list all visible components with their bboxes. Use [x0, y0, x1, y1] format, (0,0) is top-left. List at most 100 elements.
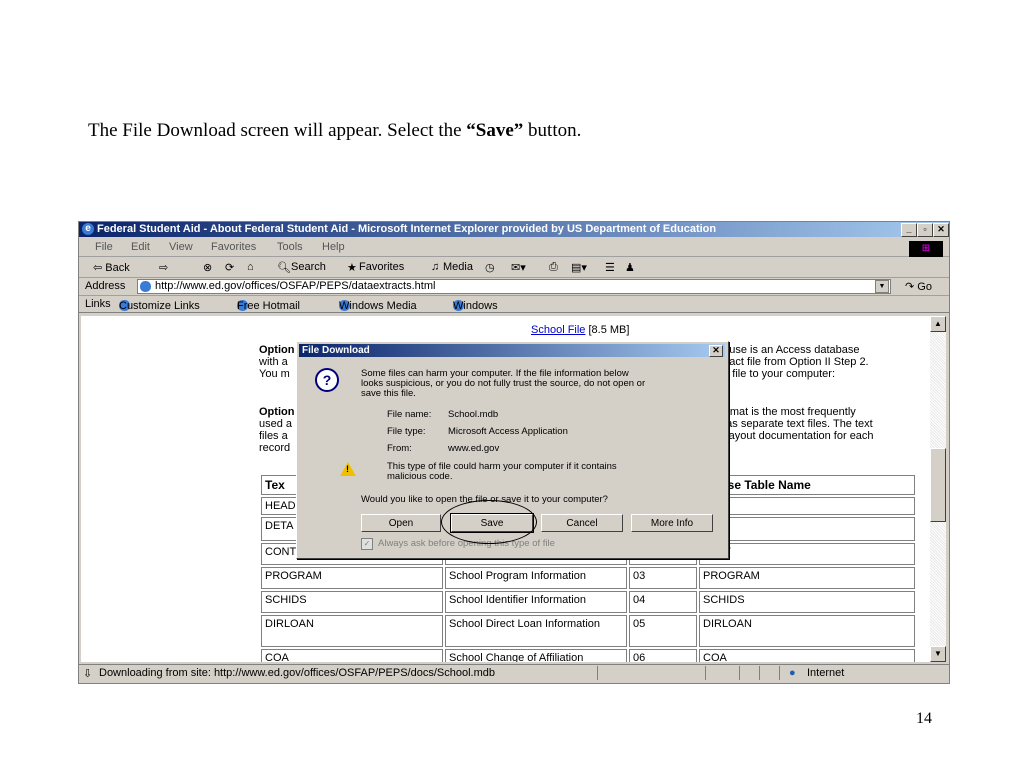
always-ask-checkbox[interactable]: ✓	[361, 538, 373, 550]
menu-help[interactable]: Help	[322, 241, 345, 253]
table-cell: DIRLOAN	[699, 615, 915, 647]
school-file-line: School File [8.5 MB]	[531, 324, 629, 336]
option2-line: record	[259, 442, 291, 454]
table-cell: TACT	[699, 543, 915, 565]
back-button[interactable]: ⇦ Back	[93, 261, 130, 274]
dialog-message: Some files can harm your computer. If th…	[361, 369, 645, 399]
menu-file[interactable]: File	[95, 241, 113, 253]
warning-icon: !	[340, 462, 356, 476]
table-cell: School Change of Affiliation	[445, 649, 627, 662]
dialog-question: Would you like to open the file or save …	[361, 494, 608, 505]
windows-flag-icon: ⊞	[909, 241, 943, 257]
cancel-button[interactable]: Cancel	[541, 514, 623, 532]
file-name-value: School.mdb	[448, 409, 499, 420]
option2-line: format is the most frequently	[717, 406, 856, 418]
address-input[interactable]: http://www.ed.gov/offices/OSFAP/PEPS/dat…	[137, 279, 891, 294]
scroll-thumb[interactable]	[930, 448, 946, 522]
option1-right-text: of use is an Access database xtract file…	[717, 344, 869, 380]
refresh-icon[interactable]: ⟳	[225, 261, 234, 274]
save-button[interactable]: Save	[450, 513, 534, 533]
go-arrow-icon: ↷	[905, 281, 915, 293]
maximize-button[interactable]: ▫	[917, 223, 933, 237]
more-info-button[interactable]: More Info	[631, 514, 713, 532]
address-dropdown-button[interactable]: ▼	[875, 280, 889, 293]
address-bar: Address http://www.ed.gov/offices/OSFAP/…	[79, 278, 949, 296]
option1-heading: Option	[259, 344, 295, 356]
links-bar: Links Customize Links Free Hotmail Windo…	[79, 296, 949, 313]
slide-title-text: The File Download screen will appear. Se…	[88, 120, 467, 141]
history-icon[interactable]: ◷	[485, 261, 495, 274]
status-divider	[705, 666, 706, 680]
question-icon: ?	[315, 368, 339, 392]
table-cell: 06	[629, 649, 697, 662]
address-value: http://www.ed.gov/offices/OSFAP/PEPS/dat…	[155, 280, 436, 292]
file-download-dialog: File Download ✕ ? Some files can harm yo…	[296, 341, 729, 559]
from-label: From:	[387, 443, 412, 454]
table-cell: DER	[699, 497, 915, 515]
warning-message: This type of file could harm your comput…	[387, 462, 617, 482]
stop-icon[interactable]: ⊗	[203, 261, 212, 274]
table-row: COA School Change of Affiliation 06 COA	[261, 649, 915, 662]
browser-title: Federal Student Aid - About Federal Stud…	[97, 223, 717, 235]
option2-left-text: Option used a files a record	[259, 406, 294, 454]
go-button[interactable]: ↷ Go	[905, 280, 932, 293]
discuss-icon[interactable]: ☰	[605, 261, 615, 274]
file-type-label: File type:	[387, 426, 426, 437]
search-icon: 🔍︎	[277, 262, 291, 274]
media-icon: ♫	[431, 261, 440, 273]
table-cell: COA	[699, 649, 915, 662]
download-icon: ⇩	[83, 668, 93, 680]
dialog-title-bar: File Download ✕	[299, 344, 725, 357]
forward-button[interactable]: ⇨	[159, 261, 168, 274]
option1-line: ng file to your computer:	[717, 368, 836, 380]
school-file-link[interactable]: School File	[531, 324, 585, 336]
security-zone: Internet	[807, 667, 845, 679]
standard-toolbar: ⇦ Back ⇨ ⊗ ⟳ ⌂ 🔍︎ Search ★ Favorites ♫ M…	[79, 257, 949, 278]
scroll-up-button[interactable]: ▲	[930, 316, 946, 332]
table-cell: 05	[629, 615, 697, 647]
address-label: Address	[85, 280, 126, 292]
table-header-cell: tabase Table Name	[699, 475, 915, 495]
favorites-button[interactable]: Favorites	[359, 261, 404, 273]
mail-icon[interactable]: ✉▾	[511, 261, 526, 274]
link-hotmail-label: Free Hotmail	[237, 300, 300, 312]
menu-favorites[interactable]: Favorites	[211, 241, 256, 253]
minimize-button[interactable]: _	[901, 223, 917, 237]
table-cell: DIRLOAN	[261, 615, 443, 647]
option1-left-text: Option with a You m	[259, 344, 294, 380]
table-cell: SCHIDS	[261, 591, 443, 613]
open-button[interactable]: Open	[361, 514, 441, 532]
status-divider	[597, 666, 598, 680]
print-icon[interactable]: ⎙	[549, 261, 558, 274]
search-button[interactable]: Search	[291, 261, 326, 273]
edit-icon[interactable]: ▤▾	[571, 261, 587, 274]
menu-edit[interactable]: Edit	[131, 241, 150, 253]
status-bar: ⇩ Downloading from site: http://www.ed.g…	[79, 664, 949, 682]
table-cell: PROGRAM	[699, 567, 915, 589]
option1-line: with a	[259, 356, 288, 368]
scroll-down-button[interactable]: ▼	[930, 646, 946, 662]
menu-view[interactable]: View	[169, 241, 193, 253]
table-cell: 04	[629, 591, 697, 613]
option2-line: files a	[259, 430, 288, 442]
slide-title: The File Download screen will appear. Se…	[88, 120, 581, 142]
menu-bar: File Edit View Favorites Tools Help ⊞	[79, 238, 949, 257]
menu-tools[interactable]: Tools	[277, 241, 303, 253]
status-divider	[739, 666, 740, 680]
close-window-button[interactable]: ✕	[933, 223, 949, 237]
dialog-close-button[interactable]: ✕	[709, 345, 723, 357]
link-windows-media-label: Windows Media	[339, 300, 417, 312]
vertical-scrollbar[interactable]: ▲ ▼	[930, 316, 946, 662]
option2-right-text: format is the most frequently d as separ…	[717, 406, 874, 442]
favorites-icon: ★	[347, 262, 357, 274]
status-message: Downloading from site: http://www.ed.gov…	[99, 667, 495, 679]
option1-line: xtract file from Option II Step 2.	[717, 356, 869, 368]
table-cell: 03	[629, 567, 697, 589]
home-icon[interactable]: ⌂	[247, 261, 254, 273]
media-button[interactable]: Media	[443, 261, 473, 273]
from-value: www.ed.gov	[448, 443, 500, 454]
file-name-label: File name:	[387, 409, 432, 420]
status-divider	[759, 666, 760, 680]
messenger-icon[interactable]: ♟	[625, 261, 635, 274]
option1-line: of use is an Access database	[717, 344, 860, 356]
